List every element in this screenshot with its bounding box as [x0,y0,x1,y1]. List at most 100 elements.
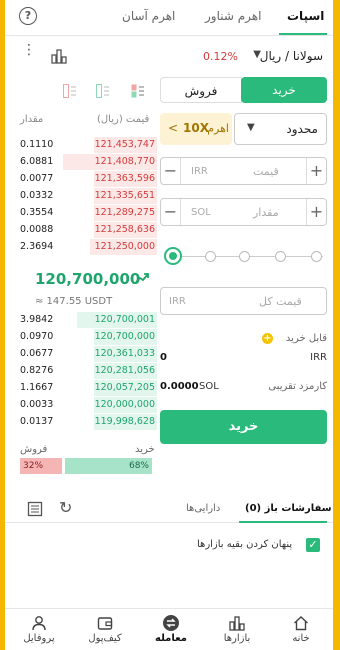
decrease-amount-button[interactable]: − [161,199,181,225]
wallet-icon [97,617,113,630]
nav-profile[interactable]: پروفایل [9,613,69,644]
nav-markets-label: بازارها [223,633,251,644]
pair-name[interactable]: سولانا / ریال [260,49,323,63]
sell-tab[interactable]: فروش [160,77,242,103]
ask-row[interactable]: 0.1110 121,453,747 [17,137,157,153]
order-price: 121,408,770 [94,156,155,167]
bid-row[interactable]: 0.8276 120,281,056 [17,363,157,379]
ask-row[interactable]: 0.3554 121,289,275 [17,205,157,221]
trend-up-icon [135,273,149,283]
leverage-value: 10X [183,121,209,135]
price-placeholder: قیمت [253,165,279,178]
hide-other-markets-label: پنهان کردن بقیه بازارها [197,539,293,550]
order-amount: 0.0077 [20,173,54,184]
tab-spot[interactable]: اسپات [287,9,324,23]
order-price: 121,335,651 [94,190,155,201]
add-funds-icon[interactable]: + [262,333,273,344]
orderbook-bids-view-icon[interactable] [96,84,110,98]
order-amount: 1.1667 [20,382,54,393]
order-amount: 3.9842 [20,314,54,325]
orderbook-both-view-icon[interactable] [131,84,145,98]
more-options-icon[interactable]: ⋮ [22,43,36,57]
leverage-selector[interactable]: < 10X اهرم [160,113,232,145]
bid-row[interactable]: 0.0970 120,700,000 [17,329,157,345]
buyable-value: 0 [160,352,167,363]
trade-icon [163,615,179,631]
order-amount: 0.0033 [20,399,54,410]
tab-open-orders[interactable]: سفارشات باز (0) [245,503,332,514]
ask-row[interactable]: 0.0077 121,363,596 [17,171,157,187]
ask-row[interactable]: 0.0088 121,258,636 [17,222,157,238]
nav-markets[interactable]: بازارها [207,613,267,644]
help-icon[interactable]: ? [19,7,37,25]
order-amount: 0.0332 [20,190,54,201]
decrease-price-button[interactable]: − [161,158,181,184]
hide-other-markets-checkbox[interactable]: ✓ [306,538,320,552]
chevron-left-icon: < [168,121,179,135]
fee-value: 0.0000 [160,381,199,392]
order-history-icon[interactable] [27,501,43,517]
ask-row[interactable]: 6.0881 121,408,770 [17,154,157,170]
refresh-icon[interactable]: ↻ [59,498,72,517]
amount-placeholder: مقدار [253,206,279,219]
order-price: 120,000,000 [94,399,155,410]
order-price: 120,281,056 [94,365,155,376]
order-price: 121,258,636 [94,224,155,235]
order-type-select[interactable]: ▼ محدود [234,113,327,145]
slider-handle[interactable] [164,247,182,265]
slider-step-25[interactable] [205,251,216,262]
increase-amount-button[interactable]: + [306,199,326,225]
order-price: 120,700,001 [94,314,155,325]
order-price: 119,998,628 [94,416,155,427]
bid-row[interactable]: 0.0033 120,000,000 [17,397,157,413]
last-price-usdt: ≈ 147.55 USDT [35,296,113,307]
order-amount: 0.0088 [20,224,54,235]
pair-change: 0.12% [203,50,238,63]
buy-tab[interactable]: خرید [241,77,327,103]
bottom-nav: پروفایل کیف‌پول معامله بازارها خانه [5,608,333,650]
bid-row[interactable]: 0.0677 120,361,033 [17,346,157,362]
slider-step-50[interactable] [239,251,250,262]
buy-ratio-bar: 68% [65,458,152,474]
order-amount: 0.8276 [20,365,54,376]
nav-home[interactable]: خانه [271,613,331,644]
orderbook-amount-header: مقدار [20,114,44,125]
order-price: 120,057,205 [94,382,155,393]
pair-selector-row: ⋮ 0.12% ▼ سولانا / ریال [5,43,333,70]
bid-row[interactable]: 1.1667 120,057,205 [17,380,157,396]
chart-icon[interactable] [51,48,67,64]
ask-row[interactable]: 0.0332 121,335,651 [17,188,157,204]
bid-row[interactable]: 3.9842 120,700,001 [17,312,157,328]
tab-easy-leverage[interactable]: اهرم آسان [122,9,175,23]
order-price: 121,453,747 [94,139,155,150]
order-amount: 0.1110 [20,139,54,150]
ask-row[interactable]: 2.3694 121,250,000 [17,239,157,255]
top-tab-bar: ? اهرم آسان اهرم شناور اسپات [5,0,333,36]
tab-floating-leverage[interactable]: اهرم شناور [205,9,261,23]
order-price: 121,363,596 [94,173,155,184]
slider-step-75[interactable] [275,251,286,262]
order-price: 121,289,275 [94,207,155,218]
trade-screen: ? اهرم آسان اهرم شناور اسپات ⋮ 0.12% ▼ س… [5,0,333,650]
sell-ratio-label: فروش [20,444,48,455]
total-field[interactable]: IRR قیمت کل [160,287,327,315]
submit-buy-button[interactable]: خرید [160,410,327,444]
orderbook-price-header: قیمت (ریال) [97,114,150,125]
order-price: 120,700,000 [94,331,155,342]
bid-row[interactable]: 0.0137 119,998,628 [17,414,157,430]
orderbook-asks-view-icon[interactable] [63,84,77,98]
active-tab-indicator [279,33,327,35]
last-price: 120,700,000 [35,270,141,288]
tab-assets[interactable]: دارایی‌ها [186,503,220,514]
price-field[interactable]: − IRR قیمت + [160,157,327,185]
slider-step-100[interactable] [311,251,322,262]
increase-price-button[interactable]: + [306,158,326,184]
total-unit: IRR [169,296,186,307]
fee-label: کارمزد تقریبی [268,381,327,392]
nav-trade[interactable]: معامله [141,613,201,644]
order-amount: 2.3694 [20,241,54,252]
amount-field[interactable]: − SOL مقدار + [160,198,327,226]
fee-unit: SOL [199,381,219,392]
total-placeholder: قیمت کل [259,295,302,308]
nav-wallet[interactable]: کیف‌پول [75,613,135,644]
